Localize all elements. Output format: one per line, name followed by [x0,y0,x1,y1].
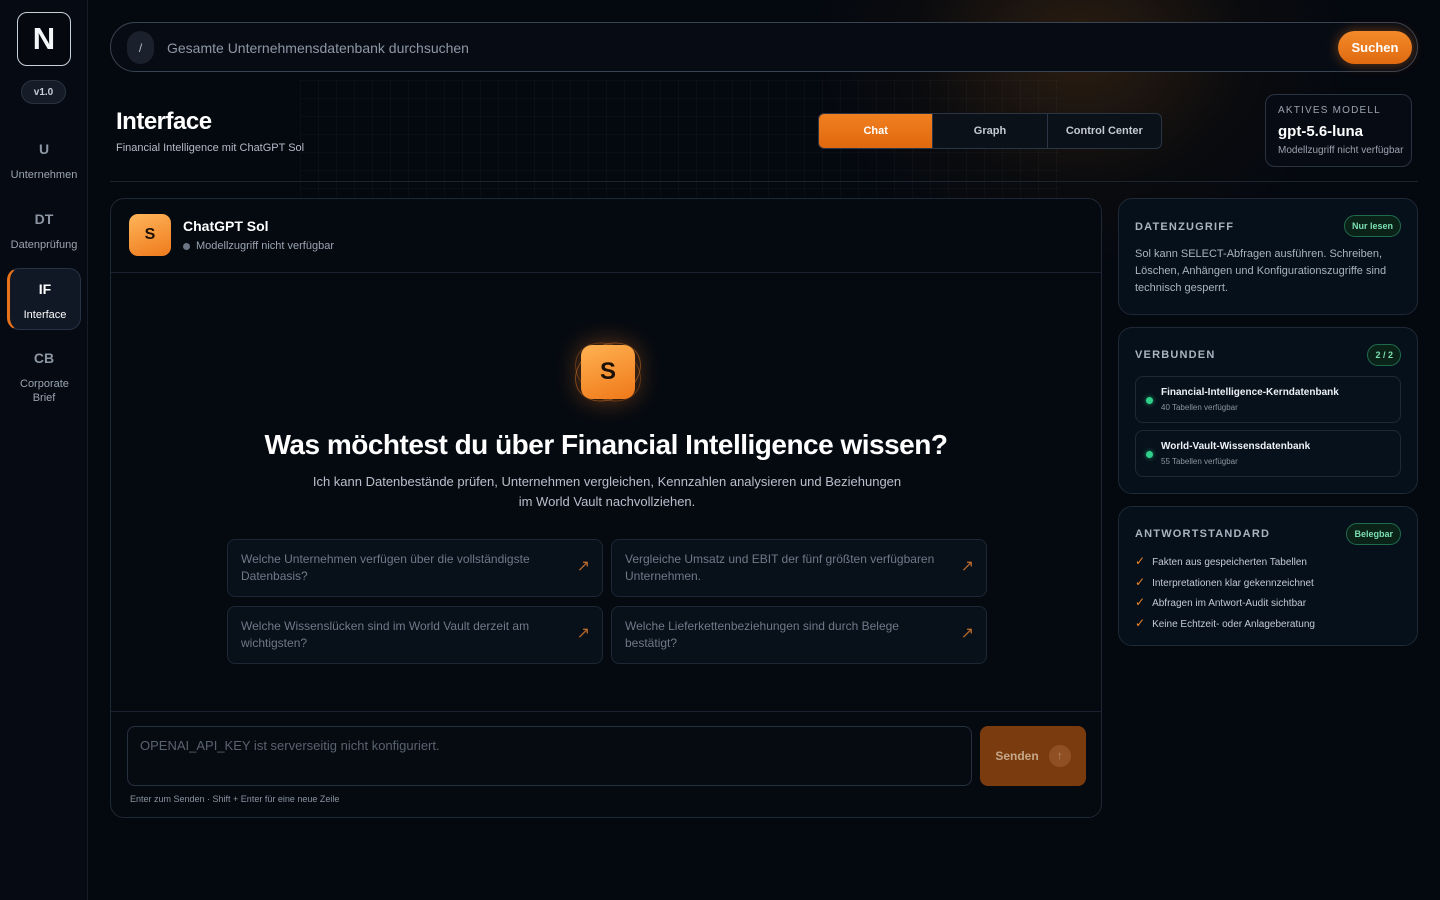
arrow-up-icon: ↑ [1048,745,1071,767]
arrow-up-right-icon: ↗ [960,558,974,575]
sidebar-item-label: Corporate Brief [20,378,69,404]
sidebar-item-abbr: U [38,141,50,157]
hero-avatar: S [581,345,635,399]
arrow-up-right-icon: ↗ [960,625,974,642]
sidebar-item-corporate-brief[interactable]: CB Corporate Brief [7,337,81,409]
card-text: Sol kann SELECT-Abfragen ausführen. Schr… [1135,248,1387,294]
active-model-card: AKTIVES MODELL gpt-5.6-luna Modellzugrif… [1265,94,1412,167]
search-input[interactable] [167,35,1267,61]
send-button-label: Senden [995,749,1039,763]
suggestion-card[interactable]: Welche Unternehmen verfügen über die vol… [227,539,603,597]
send-button[interactable]: Senden ↑ [980,726,1086,786]
active-model-status: Modellzugriff nicht verfügbar [1278,145,1404,156]
suggestion-card[interactable]: Welche Wissenslücken sind im World Vault… [227,606,603,664]
tab-chat[interactable]: Chat [819,114,934,148]
chat-header: S ChatGPT Sol Modellzugriff nicht verfüg… [111,199,1101,273]
search-button[interactable]: Suchen [1338,31,1412,64]
card-title: ANTWORTSTANDARD [1135,528,1271,540]
status-dot-icon [1146,397,1153,404]
card-title: DATENZUGRIFF [1135,221,1235,233]
database-name: Financial-Intelligence-Kerndatenbank [1161,387,1339,398]
page-subtitle: Financial Intelligence mit ChatGPT Sol [116,142,305,154]
suggestion-card[interactable]: Welche Lieferkettenbeziehungen sind durc… [611,606,987,664]
sidebar-item-label: Datenprüfung [10,239,78,251]
status-badge: Belegbar [1346,523,1401,545]
database-item[interactable]: Financial-Intelligence-Kerndatenbank 40 … [1135,376,1401,423]
suggestion-text: Welche Wissenslücken sind im World Vault… [241,619,530,650]
standard-item-label: Keine Echtzeit- oder Anlageberatung [1152,619,1315,630]
status-dot-icon [1146,451,1153,458]
tab-graph[interactable]: Graph [933,114,1048,148]
standard-item-label: Fakten aus gespeicherten Tabellen [1152,557,1307,568]
suggestion-text: Welche Unternehmen verfügen über die vol… [241,552,530,583]
sidebar: N v1.0 U Unternehmen DT Datenprüfung IF … [0,0,88,900]
assistant-status: Modellzugriff nicht verfügbar [196,240,334,252]
suggestion-card[interactable]: Vergleiche Umsatz und EBIT der fünf größ… [611,539,987,597]
active-model-label: AKTIVES MODELL [1278,105,1381,116]
suggestion-text: Vergleiche Umsatz und EBIT der fünf größ… [625,552,935,583]
sidebar-item-abbr: DT [34,211,54,227]
status-badge: Nur lesen [1343,215,1401,237]
standard-item-label: Interpretationen klar gekennzeichnet [1152,578,1314,589]
database-item[interactable]: World-Vault-Wissensdatenbank 55 Tabellen… [1135,430,1401,477]
sidebar-item-abbr: IF [38,281,52,297]
standard-item: ✓ Keine Echtzeit- oder Anlageberatung [1135,616,1315,630]
search-shortcut-key: / [127,31,154,64]
check-icon: ✓ [1135,554,1146,568]
status-dot-icon [183,243,190,250]
sidebar-item-label: Interface [23,309,67,321]
header-divider [110,181,1418,182]
status-badge: 2 / 2 [1367,344,1401,366]
message-input[interactable] [127,726,972,786]
sidebar-item-unternehmen[interactable]: U Unternehmen [7,128,81,188]
standard-item: ✓ Fakten aus gespeicherten Tabellen [1135,554,1307,568]
check-icon: ✓ [1135,616,1146,630]
arrow-up-right-icon: ↗ [576,625,590,642]
assistant-name: ChatGPT Sol [183,218,269,234]
global-search-bar: / Suchen [110,22,1418,72]
database-tables: 55 Tabellen verfügbar [1161,457,1238,466]
data-access-card: DATENZUGRIFF Nur lesen Sol kann SELECT-A… [1118,198,1418,315]
chat-composer: Senden ↑ Enter zum Senden · Shift + Ente… [111,711,1101,817]
standard-item-label: Abfragen im Antwort-Audit sichtbar [1152,598,1307,609]
sidebar-item-interface[interactable]: IF Interface [7,268,81,330]
view-tabs: Chat Graph Control Center [818,113,1162,149]
hero-title: Was möchtest du über Financial Intellige… [264,429,948,460]
standard-item: ✓ Interpretationen klar gekennzeichnet [1135,575,1314,589]
check-icon: ✓ [1135,575,1146,589]
arrow-up-right-icon: ↗ [576,558,590,575]
page-title: Interface [116,108,212,135]
hero-avatar-wrap: S [564,330,652,414]
suggestion-text: Welche Lieferkettenbeziehungen sind durc… [625,619,899,650]
sidebar-item-abbr: CB [33,350,55,366]
database-tables: 40 Tabellen verfügbar [1161,403,1238,412]
connected-card: VERBUNDEN 2 / 2 Financial-Intelligence-K… [1118,327,1418,494]
tab-control-center[interactable]: Control Center [1048,114,1161,148]
assistant-avatar: S [129,214,171,256]
answer-standard-card: ANTWORTSTANDARD Belegbar ✓ Fakten aus ges… [1118,506,1418,646]
card-title: VERBUNDEN [1135,349,1216,361]
chat-panel: S ChatGPT Sol Modellzugriff nicht verfüg… [110,198,1102,818]
hero-description: Ich kann Datenbestände prüfen, Unternehm… [312,474,902,509]
logo[interactable]: N [17,12,71,66]
sidebar-item-label: Unternehmen [10,169,78,181]
standard-item: ✓ Abfragen im Antwort-Audit sichtbar [1135,595,1306,609]
composer-hint: Enter zum Senden · Shift + Enter für ein… [130,794,340,804]
version-badge: v1.0 [21,80,66,104]
check-icon: ✓ [1135,595,1146,609]
database-name: World-Vault-Wissensdatenbank [1161,441,1311,452]
active-model-name: gpt-5.6-luna [1278,123,1363,140]
sidebar-item-datenpruefung[interactable]: DT Datenprüfung [7,198,81,258]
